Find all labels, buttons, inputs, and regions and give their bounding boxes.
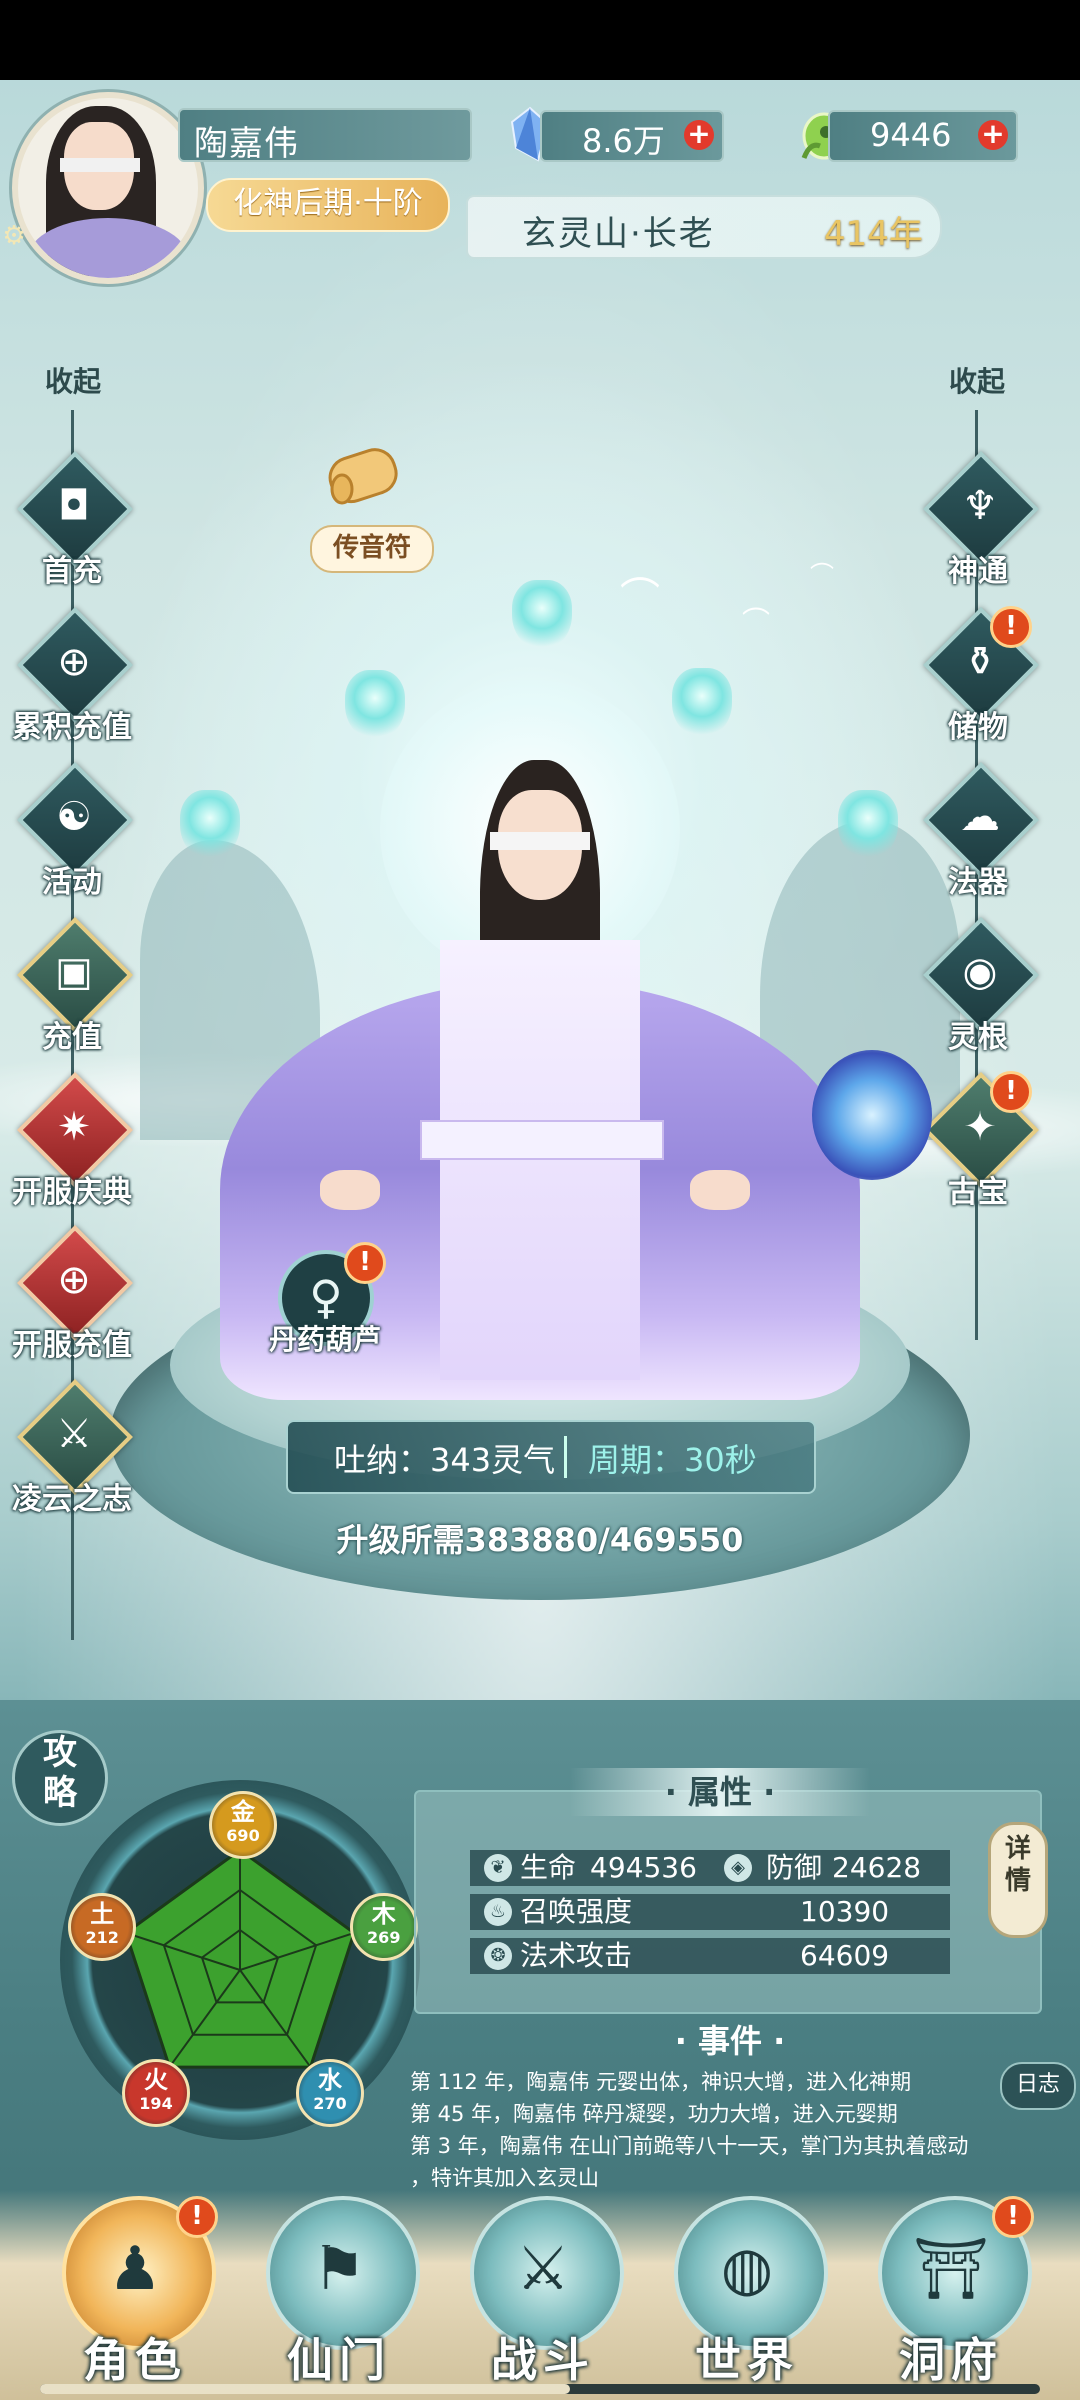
bird-icon: ⌒	[810, 561, 834, 589]
attr-row-summon: ♨ 召唤强度 10390	[470, 1894, 950, 1930]
right-menu-item-ancient-treasure[interactable]: ✦ 古宝 !	[918, 1071, 1039, 1235]
settings-gear-icon[interactable]: ⚙	[0, 222, 28, 250]
element-badge: 木 269	[349, 1893, 418, 1962]
spirit-flame-icon	[672, 668, 732, 738]
nav-tab-battle[interactable]: ⚔ 战斗	[458, 2196, 628, 2400]
world-icon: ◍	[720, 2234, 774, 2304]
element-badge: 土 212	[68, 1893, 137, 1962]
element-badge: 金 690	[209, 1791, 277, 1859]
alert-badge: !	[990, 1071, 1032, 1113]
period-text: 周期：30秒	[588, 1441, 757, 1479]
element-char: 火	[144, 2065, 168, 2094]
left-menu-collapse-button[interactable]: 收起	[28, 360, 118, 400]
upgrade-requirement: 升级所需383880/469550	[336, 1521, 744, 1559]
status-bar-area	[0, 0, 1080, 80]
bird-icon: ⌒	[620, 575, 660, 621]
sect-banner-icon: ⚑	[312, 2234, 366, 2304]
coin-plus-icon: ⊕	[57, 639, 91, 685]
jade-count: 9446	[870, 116, 952, 154]
element-value: 690	[226, 1826, 260, 1845]
scroll-icon[interactable]	[320, 435, 410, 515]
cultivation-breath-bar: 吐纳：343灵气 周期：30秒	[286, 1420, 816, 1494]
alert-badge: !	[992, 2196, 1034, 2238]
attributes-title: · 属性 ·	[570, 1768, 870, 1816]
left-menu-item-accumulated-recharge[interactable]: ⊕ 累积充值	[12, 607, 133, 770]
alert-badge: !	[990, 606, 1032, 648]
events-title: · 事件 ·	[674, 2022, 786, 2060]
element-char: 土	[90, 1900, 115, 1929]
event-line: 第 112 年，陶嘉伟 元婴出体，神识大增，进入化神期	[410, 2070, 912, 2094]
element-char: 水	[317, 2065, 342, 2094]
nav-tab-character[interactable]: ♟ 角色 !	[50, 2196, 220, 2400]
player-name: 陶嘉伟	[194, 124, 299, 164]
left-menu-item-first-recharge[interactable]: ◘ 首充	[12, 451, 133, 614]
breath-text: 吐纳：343灵气	[334, 1441, 556, 1479]
spirit-orb-pet[interactable]	[812, 1050, 932, 1180]
right-menu-item-artifacts[interactable]: ☁ 法器	[918, 762, 1039, 925]
element-value: 212	[85, 1928, 119, 1948]
attr-row-spell-attack: ❂ 法术攻击 64609	[470, 1938, 950, 1974]
event-line: 第 3 年，陶嘉伟 在山门前跪等八十一天，掌门为其执着感动	[410, 2134, 969, 2158]
add-spirit-stone-button[interactable]: +	[684, 120, 714, 150]
coin-icon: ◘	[58, 483, 90, 529]
right-menu-collapse-button[interactable]: 收起	[932, 360, 1022, 400]
summon-icon: ♨	[484, 1898, 512, 1926]
game-screen: ⌒ ⌒ ⌒ ⚙ 陶嘉伟 化神后期·十阶 8.6万 + 9446 + 玄灵山·长老…	[0, 0, 1080, 2400]
sect-info-bar[interactable]: 玄灵山·长老 414年	[466, 195, 942, 259]
add-jade-button[interactable]: +	[978, 120, 1008, 150]
element-char: 金	[231, 1798, 255, 1826]
element-value: 269	[367, 1928, 401, 1948]
spell-icon: ❂	[484, 1942, 512, 1970]
element-char: 木	[371, 1900, 396, 1929]
left-menu-item-launch-recharge[interactable]: ⊕ 开服充值	[12, 1225, 133, 1388]
element-value: 194	[139, 2093, 173, 2113]
element-badge: 水 270	[295, 2058, 364, 2127]
spirit-mark-icon: ♆	[962, 483, 998, 529]
jade-bar: 9446 +	[828, 110, 1018, 162]
spirit-flame-icon	[512, 580, 572, 650]
spirit-stone-bar: 8.6万 +	[540, 110, 724, 162]
defense-icon: ◈	[724, 1854, 752, 1882]
realm-badge: 化神后期·十阶	[206, 178, 450, 232]
right-menu-item-divine-arts[interactable]: ♆ 神通	[918, 451, 1039, 614]
player-name-bar: 陶嘉伟	[178, 108, 472, 164]
loading-progress-bar	[40, 2384, 1040, 2394]
left-menu-item-recharge[interactable]: ▣ 充值	[12, 917, 133, 1080]
red-packet-icon: ⊕	[57, 1257, 91, 1303]
loading-progress-fill	[40, 2384, 570, 2394]
player-avatar[interactable]	[12, 92, 204, 284]
sword-icon: ⚔	[516, 2234, 570, 2304]
alert-badge: !	[344, 1242, 386, 1284]
attributes-detail-button[interactable]: 详 情	[988, 1822, 1048, 1938]
taiji-icon: ☯	[56, 794, 92, 840]
life-icon: ❦	[484, 1854, 512, 1882]
nav-tab-world[interactable]: ◍ 世界	[662, 2196, 832, 2400]
right-menu-item-spirit-root[interactable]: ◉ 灵根	[918, 917, 1039, 1080]
left-menu-item-lingyun-ambition[interactable]: ⚔ 凌云之志	[12, 1379, 133, 1542]
nav-tab-sect[interactable]: ⚑ 仙门	[254, 2196, 424, 2400]
left-menu-item-launch-celebration[interactable]: ✷ 开服庆典	[12, 1072, 133, 1235]
gourd-label[interactable]: 丹药葫芦	[250, 1318, 400, 1358]
attr-row-life-defense: ❦ 生命 494536 ◈ 防御 24628	[470, 1850, 950, 1886]
sect-position: 玄灵山·长老	[522, 214, 715, 254]
spirit-stone-count: 8.6万	[582, 122, 665, 160]
element-value: 270	[313, 2093, 347, 2113]
nav-tab-cave-dwelling[interactable]: ⛩ 洞府 !	[866, 2196, 1036, 2400]
bird-icon: ⌒	[742, 605, 771, 638]
spirit-root-icon: ◉	[962, 949, 998, 995]
alert-badge: !	[176, 2196, 218, 2238]
player-age: 414年	[824, 214, 923, 254]
realm-text: 化神后期·十阶	[233, 186, 423, 221]
right-menu-item-storage[interactable]: ⚱ 储物 !	[918, 606, 1039, 770]
element-badge: 火 194	[122, 2058, 190, 2127]
cloud-artifact-icon: ☁	[960, 794, 1000, 840]
sword-emblem-icon: ⚔	[56, 1411, 92, 1457]
celebration-icon: ✷	[57, 1104, 91, 1150]
left-menu-item-events[interactable]: ☯ 活动	[12, 762, 133, 925]
gift-icon: ▣	[55, 949, 93, 995]
spirit-flame-icon	[345, 670, 405, 740]
event-line: 第 45 年，陶嘉伟 碎丹凝婴，功力大增，进入元婴期	[410, 2102, 898, 2126]
log-button[interactable]: 日志	[1000, 2062, 1076, 2110]
scroll-item-label[interactable]: 传音符	[310, 525, 434, 573]
